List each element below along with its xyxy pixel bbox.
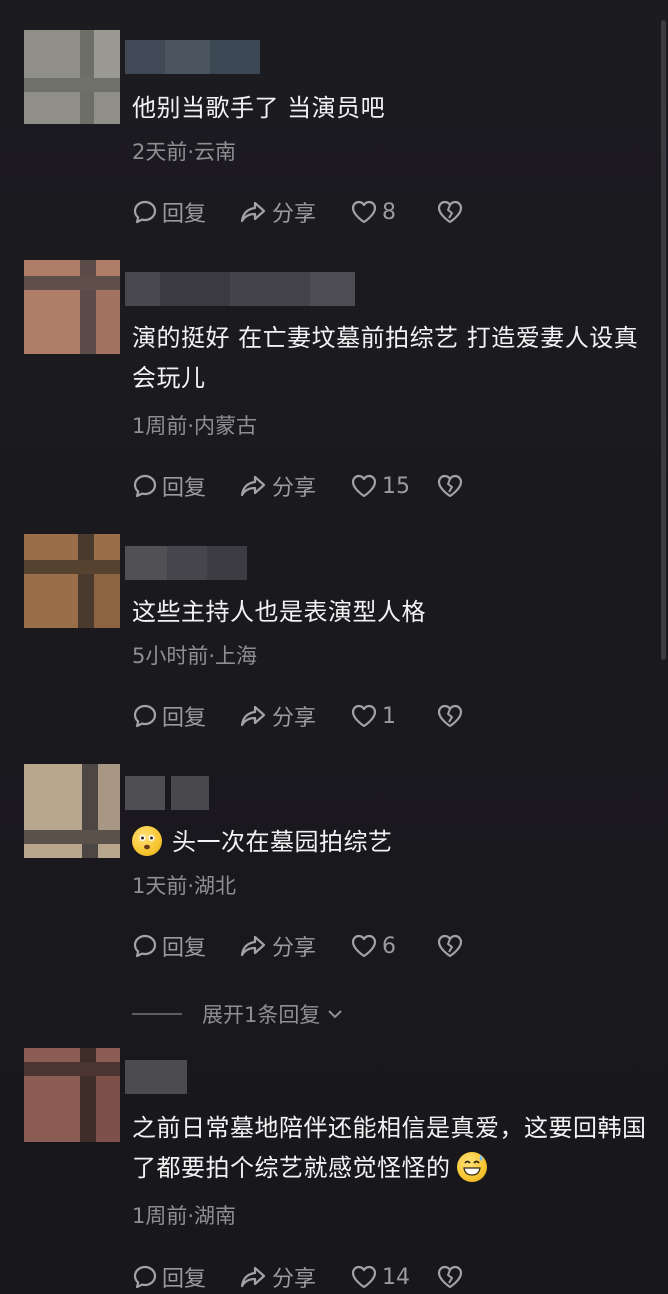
heart-icon — [351, 200, 377, 224]
comment-bubble-icon — [133, 704, 157, 728]
heart-icon — [351, 474, 377, 498]
like-count: 1 — [382, 703, 396, 729]
reply-button[interactable]: 回复 — [132, 700, 238, 732]
like-button[interactable]: 8 — [350, 199, 436, 225]
expand-replies-label: 展开1条回复 — [202, 1003, 321, 1027]
broken-heart-icon — [437, 704, 463, 728]
like-count: 14 — [382, 1264, 410, 1290]
share-button[interactable]: 分享 — [238, 470, 350, 502]
grinning-sweat-emoji — [456, 1152, 487, 1182]
share-label: 分享 — [272, 202, 317, 227]
comment-meta: 2天前·云南 — [132, 140, 237, 164]
reply-label: 回复 — [162, 936, 207, 961]
dislike-button[interactable] — [436, 1264, 464, 1290]
comment-actions: 回复 分享 6 — [132, 930, 464, 962]
username-blurred[interactable] — [125, 272, 355, 306]
share-button[interactable]: 分享 — [238, 930, 350, 962]
comment-bubble-icon — [133, 474, 157, 498]
like-button[interactable]: 15 — [350, 473, 436, 499]
share-label: 分享 — [272, 936, 317, 961]
username-blurred[interactable] — [125, 40, 260, 74]
comment-text: 之前日常墓地陪伴还能相信是真爱，这要回韩国了都要拍个综艺就感觉怪怪的 — [132, 1114, 647, 1182]
comment-actions: 回复 分享 8 — [132, 196, 464, 228]
share-arrow-icon — [240, 935, 266, 957]
like-button[interactable]: 6 — [350, 933, 436, 959]
expand-replies-button[interactable]: 展开1条回复 — [132, 999, 346, 1029]
comment-bubble-icon — [133, 934, 157, 958]
reply-label: 回复 — [162, 1267, 207, 1292]
avatar[interactable] — [24, 534, 120, 628]
share-arrow-icon — [240, 201, 266, 223]
username-blurred[interactable] — [125, 1060, 187, 1094]
heart-icon — [351, 1265, 377, 1289]
reply-label: 回复 — [162, 706, 207, 731]
comment-text-row: 之前日常墓地陪伴还能相信是真爱，这要回韩国了都要拍个综艺就感觉怪怪的 — [132, 1108, 652, 1188]
share-label: 分享 — [272, 476, 317, 501]
comment-list: 他别当歌手了 当演员吧 2天前·云南 回复 分享 8 演的挺好 在亡妻坟墓前拍综… — [0, 0, 668, 1294]
share-label: 分享 — [272, 706, 317, 731]
reply-button[interactable]: 回复 — [132, 930, 238, 962]
dislike-button[interactable] — [436, 703, 464, 729]
comment-meta: 1天前·湖北 — [132, 874, 237, 898]
reply-button[interactable]: 回复 — [132, 196, 238, 228]
reply-button[interactable]: 回复 — [132, 1261, 238, 1293]
comment-meta: 5小时前·上海 — [132, 644, 258, 668]
comment-actions: 回复 分享 15 — [132, 470, 464, 502]
comment-meta: 1周前·湖南 — [132, 1204, 237, 1228]
heart-icon — [351, 934, 377, 958]
chevron-down-icon — [328, 1010, 343, 1019]
flushed-face-emoji — [132, 826, 162, 856]
dislike-button[interactable] — [436, 473, 464, 499]
reply-label: 回复 — [162, 476, 207, 501]
reply-button[interactable]: 回复 — [132, 470, 238, 502]
share-label: 分享 — [272, 1267, 317, 1292]
broken-heart-icon — [437, 934, 463, 958]
comment-bubble-icon — [133, 200, 157, 224]
share-button[interactable]: 分享 — [238, 196, 350, 228]
comment-bubble-icon — [133, 1265, 157, 1289]
avatar[interactable] — [24, 30, 120, 124]
dislike-button[interactable] — [436, 199, 464, 225]
like-count: 8 — [382, 199, 396, 225]
comment-meta: 1周前·内蒙古 — [132, 414, 258, 438]
username-blurred[interactable] — [125, 776, 209, 810]
reply-label: 回复 — [162, 202, 207, 227]
broken-heart-icon — [437, 200, 463, 224]
like-count: 15 — [382, 473, 410, 499]
comment-text: 他别当歌手了 当演员吧 — [132, 94, 386, 122]
comment-actions: 回复 分享 14 — [132, 1261, 464, 1293]
avatar[interactable] — [24, 1048, 120, 1142]
like-count: 6 — [382, 933, 396, 959]
avatar[interactable] — [24, 764, 120, 858]
avatar[interactable] — [24, 260, 120, 354]
share-arrow-icon — [240, 705, 266, 727]
broken-heart-icon — [437, 474, 463, 498]
username-blurred[interactable] — [125, 546, 247, 580]
comment-text: 头一次在墓园拍综艺 — [172, 828, 393, 856]
dislike-button[interactable] — [436, 933, 464, 959]
comment-text: 演的挺好 在亡妻坟墓前拍综艺 打造爱妻人设真会玩儿 — [132, 324, 639, 392]
comment-text: 这些主持人也是表演型人格 — [132, 598, 426, 626]
divider — [132, 1013, 182, 1015]
broken-heart-icon — [437, 1265, 463, 1289]
share-arrow-icon — [240, 475, 266, 497]
share-arrow-icon — [240, 1266, 266, 1288]
heart-icon — [351, 704, 377, 728]
scrollbar[interactable] — [661, 20, 666, 660]
comment-actions: 回复 分享 1 — [132, 700, 464, 732]
like-button[interactable]: 1 — [350, 703, 436, 729]
like-button[interactable]: 14 — [350, 1264, 436, 1290]
share-button[interactable]: 分享 — [238, 1261, 350, 1293]
share-button[interactable]: 分享 — [238, 700, 350, 732]
comment-text-row: 头一次在墓园拍综艺 — [132, 822, 652, 862]
